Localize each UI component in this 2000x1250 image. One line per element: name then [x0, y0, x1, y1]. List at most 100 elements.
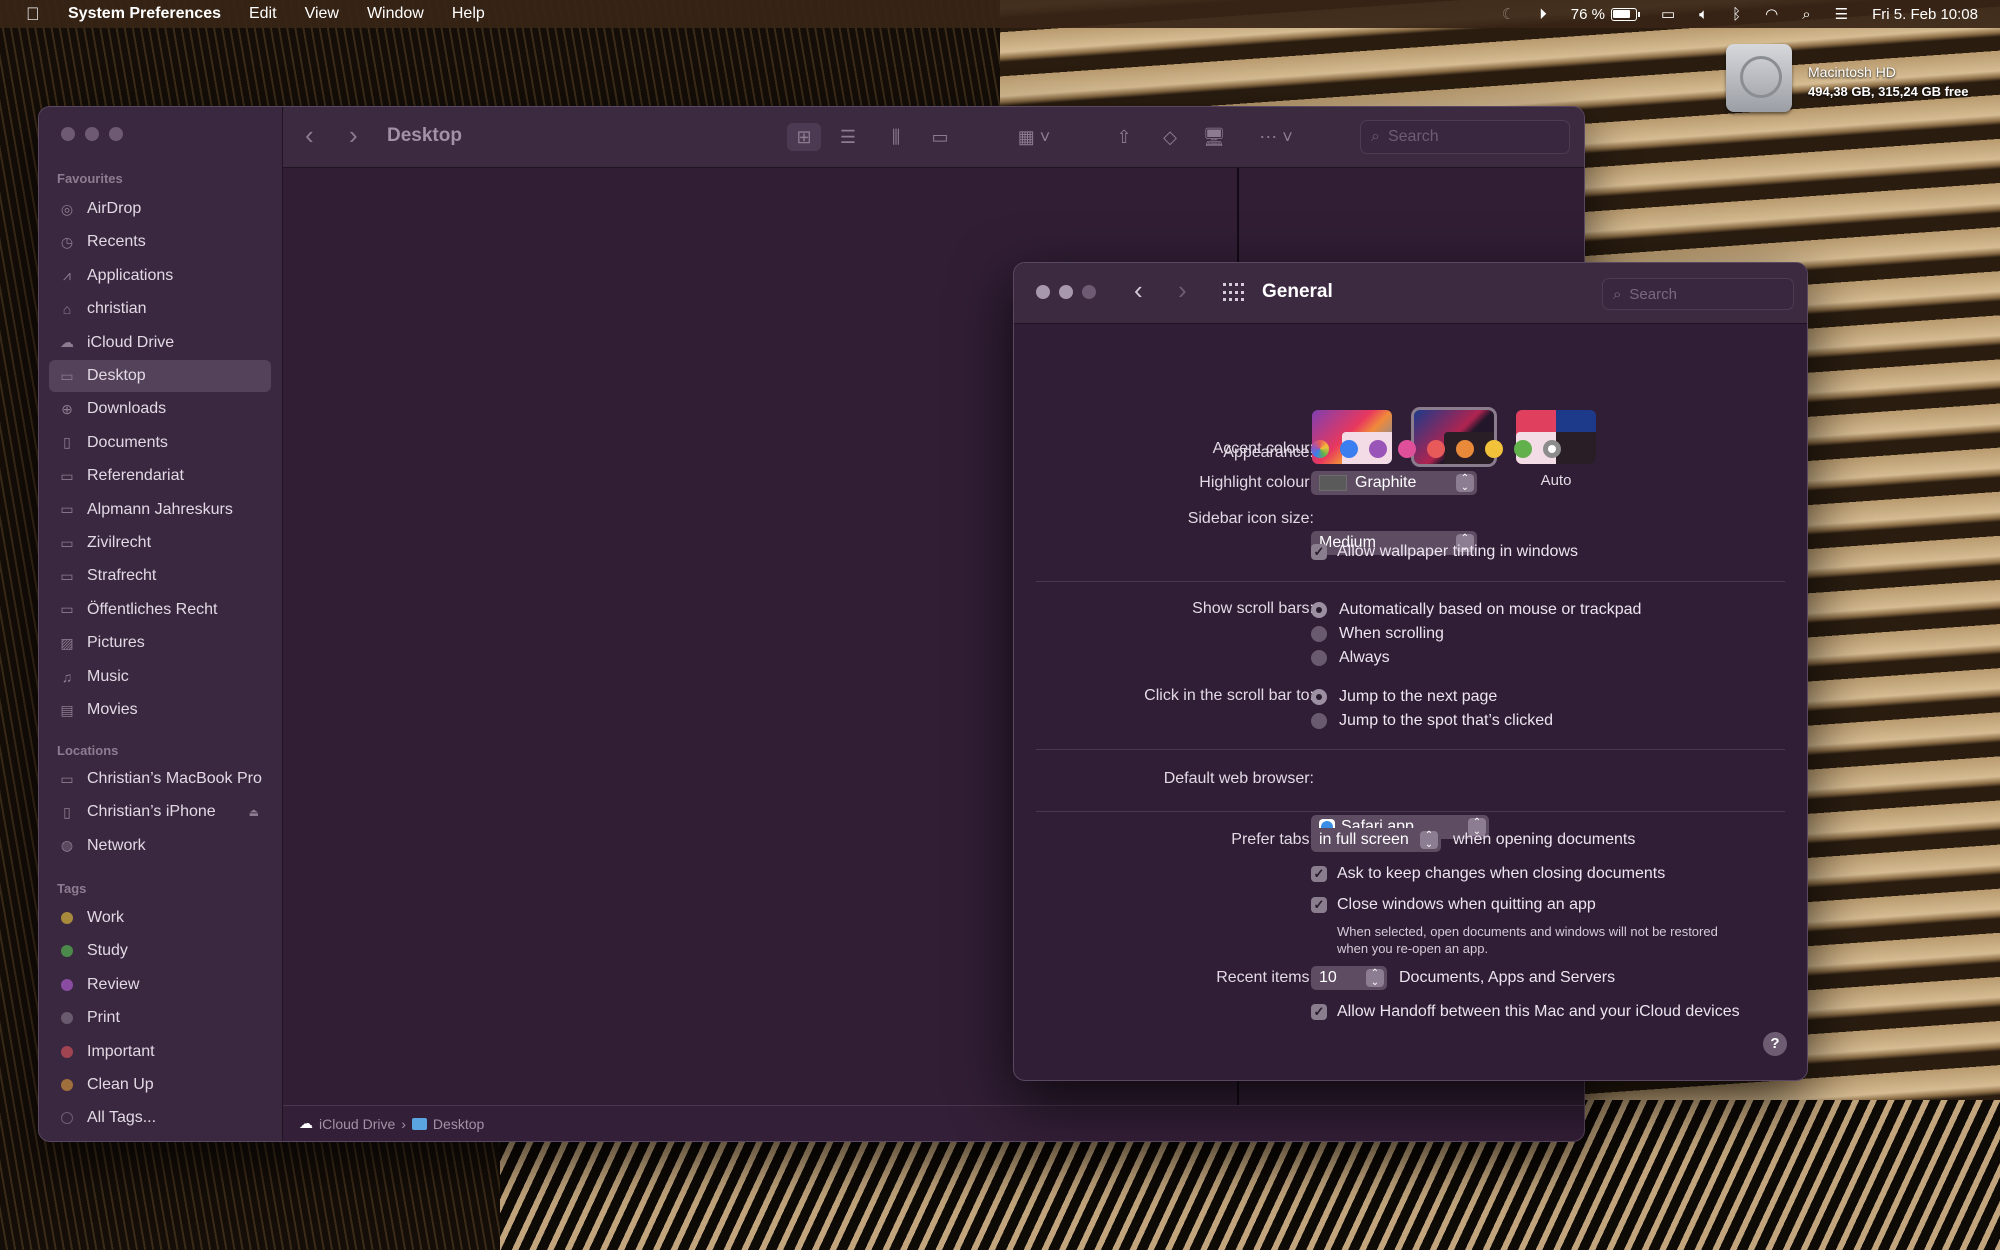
sidebar-item-christian-s-iphone[interactable]: ▯ Christian’s iPhone ⏏ [49, 796, 271, 828]
menu-view[interactable]: View [305, 5, 339, 23]
finder-search-field[interactable]: ⌕ Search [1360, 120, 1570, 154]
menu-app-name[interactable]: System Preferences [68, 5, 221, 23]
highlight-colour-popup[interactable]: Graphite ⌃ ⌄ [1311, 471, 1477, 495]
show-all-grid-icon[interactable] [1223, 283, 1244, 303]
wallpaper-tinting-checkbox[interactable]: ✓ Allow wallpaper tinting in windows [1311, 543, 1578, 561]
path-desktop[interactable]: Desktop [433, 1116, 484, 1132]
volume-icon[interactable]: 🔈︎ [1699, 6, 1708, 23]
accent-colour-swatch[interactable] [1456, 440, 1474, 458]
radio-label: Always [1339, 649, 1390, 666]
ask-keep-changes-checkbox[interactable]: ✓ Ask to keep changes when closing docum… [1311, 865, 1665, 883]
sidebar-item-movies[interactable]: ▤ Movies [49, 694, 271, 726]
battery-status[interactable]: 76 % [1571, 6, 1640, 23]
scroll-click-spot[interactable]: Jump to the spot that’s clicked [1311, 712, 1553, 730]
column-view-button[interactable]: ⫼ [879, 123, 913, 151]
action-menu-button[interactable]: ⋯ ˅ [1251, 123, 1301, 151]
sidebar-item-label: Important [87, 1042, 155, 1060]
sidebar-tag-study[interactable]: Study [49, 935, 271, 967]
sidebar-tag-important[interactable]: Important [49, 1036, 271, 1068]
sidebar-item-christian-s-macbook-pro[interactable]: ▭ Christian’s MacBook Pro [49, 763, 271, 795]
sidebar-item-strafrecht[interactable]: ▭ Strafrecht [49, 560, 271, 592]
accent-colour-swatch[interactable] [1369, 440, 1387, 458]
share-icon[interactable]: ⇧ [1107, 123, 1141, 151]
accent-colour-swatch[interactable] [1427, 440, 1445, 458]
list-view-button[interactable]: ☰ [831, 123, 865, 151]
recent-items-suffix: Documents, Apps and Servers [1399, 969, 1616, 986]
clock[interactable]: Fri 5. Feb 10:08 [1872, 6, 1978, 23]
path-icloud-drive[interactable]: iCloud Drive [319, 1116, 395, 1132]
back-button[interactable]: ‹ [305, 120, 314, 151]
help-button[interactable]: ? [1763, 1032, 1787, 1056]
sidebar-item-desktop[interactable]: ▭ Desktop [49, 360, 271, 392]
sidebar-item-music[interactable]: ♫ Music [49, 661, 271, 693]
scroll-click-next-page[interactable]: Jump to the next page [1311, 688, 1497, 706]
tag-color-dot [61, 1079, 73, 1091]
sidebar-tag-review[interactable]: Review [49, 969, 271, 1001]
eject-icon[interactable]: ⏏ [249, 806, 259, 819]
sidebar-item-network[interactable]: ◍ Network [49, 830, 271, 862]
menu-edit[interactable]: Edit [249, 5, 277, 23]
finder-toolbar: ‹ › Desktop ⊞ ☰ ⫼ ▭ ▦ ˅ ⇧ ◇ 🖥︎ ⋯ ˅ ⌕ Sea… [283, 107, 1584, 168]
finder-sidebar: Favourites ◎ AirDrop ◷ Recents ⩘ Applications… [39, 107, 283, 1141]
display-icon[interactable]: ▭ [1661, 5, 1675, 23]
sidebar-item-icloud-drive[interactable]: ☁ iCloud Drive [49, 327, 271, 359]
prefer-tabs-popup[interactable]: in full screen ⌃ ⌄ [1311, 828, 1441, 852]
menu-help[interactable]: Help [452, 5, 485, 23]
prefs-search-field[interactable]: ⌕ Search [1602, 278, 1794, 310]
forward-button[interactable]: › [1178, 275, 1187, 306]
sidebar-item-downloads[interactable]: ⊕ Downloads [49, 393, 271, 425]
sidebar-item-recents[interactable]: ◷ Recents [49, 226, 271, 258]
sidebar-item-documents[interactable]: ▯ Documents [49, 427, 271, 459]
bluetooth-icon[interactable]: ᛒ [1732, 6, 1741, 23]
control-center-icon[interactable]: ☰ [1835, 5, 1848, 23]
sidebar-item-airdrop[interactable]: ◎ AirDrop [49, 193, 271, 225]
sidebar-item--ffentliches-recht[interactable]: ▭ Öffentliches Recht [49, 594, 271, 626]
sidebar-item-alpmann-jahreskurs[interactable]: ▭ Alpmann Jahreskurs [49, 494, 271, 526]
accent-colour-swatch[interactable] [1514, 440, 1532, 458]
sidebar-item-christian[interactable]: ⌂ christian [49, 293, 271, 325]
gallery-view-button[interactable]: ▭ [923, 123, 957, 151]
sidebar-item-applications[interactable]: ⩘ Applications [49, 260, 271, 292]
tag-icon[interactable]: ◇ [1153, 123, 1187, 151]
recent-items-popup[interactable]: 10 ⌃ ⌄ [1311, 966, 1387, 990]
sidebar-tag-all-tags-[interactable]: All Tags... [49, 1102, 271, 1134]
accent-colour-swatch[interactable] [1543, 440, 1561, 458]
airdrop-icon: ◎ [60, 200, 74, 217]
minimize-button[interactable] [85, 127, 99, 141]
minimize-button[interactable] [1059, 285, 1073, 299]
scroll-radio-auto[interactable]: Automatically based on mouse or trackpad [1311, 601, 1641, 619]
sidebar-item-zivilrecht[interactable]: ▭ Zivilrecht [49, 527, 271, 559]
handoff-checkbox[interactable]: ✓ Allow Handoff between this Mac and you… [1311, 1003, 1740, 1021]
accent-colour-swatch[interactable] [1398, 440, 1416, 458]
zoom-button[interactable] [1082, 285, 1096, 299]
accent-colour-swatch[interactable] [1311, 440, 1329, 458]
close-windows-checkbox[interactable]: ✓ Close windows when quitting an app [1311, 896, 1596, 914]
close-button[interactable] [1036, 285, 1050, 299]
zoom-button[interactable] [109, 127, 123, 141]
close-button[interactable] [61, 127, 75, 141]
scroll-radio-when-scrolling[interactable]: When scrolling [1311, 625, 1444, 643]
sidebar-tag-work[interactable]: Work [49, 902, 271, 934]
back-button[interactable]: ‹ [1134, 275, 1143, 306]
tag-color-dot [61, 978, 73, 991]
icon-view-button[interactable]: ⊞ [787, 123, 821, 151]
focus-moon-icon[interactable]: ☾ [1502, 5, 1515, 23]
sidebar-tag-clean-up[interactable]: Clean Up [49, 1069, 271, 1101]
apple-menu-icon[interactable]:  [26, 5, 42, 23]
spotlight-icon[interactable]: ⌕ [1802, 6, 1810, 23]
sidebar-tag-print[interactable]: Print [49, 1002, 271, 1034]
accent-colour-swatch[interactable] [1340, 440, 1358, 458]
wifi-icon[interactable]: ◠ [1765, 5, 1778, 23]
server-icon[interactable]: 🖥︎ [1197, 123, 1231, 151]
sidebar-item-referendariat[interactable]: ▭ Referendariat [49, 460, 271, 492]
sidebar-item-pictures[interactable]: ▨ Pictures [49, 627, 271, 659]
scroll-radio-always[interactable]: Always [1311, 649, 1390, 667]
accent-colour-swatch[interactable] [1485, 440, 1503, 458]
macintosh-hd-icon[interactable] [1726, 44, 1792, 112]
group-by-button[interactable]: ▦ ˅ [1009, 123, 1059, 151]
forward-button[interactable]: › [349, 120, 358, 151]
menu-window[interactable]: Window [367, 5, 424, 23]
now-playing-icon[interactable]: ⏵ [1539, 6, 1547, 23]
cloud-icon: ☁ [299, 1115, 313, 1131]
sidebar-item-label: Pictures [87, 634, 145, 652]
